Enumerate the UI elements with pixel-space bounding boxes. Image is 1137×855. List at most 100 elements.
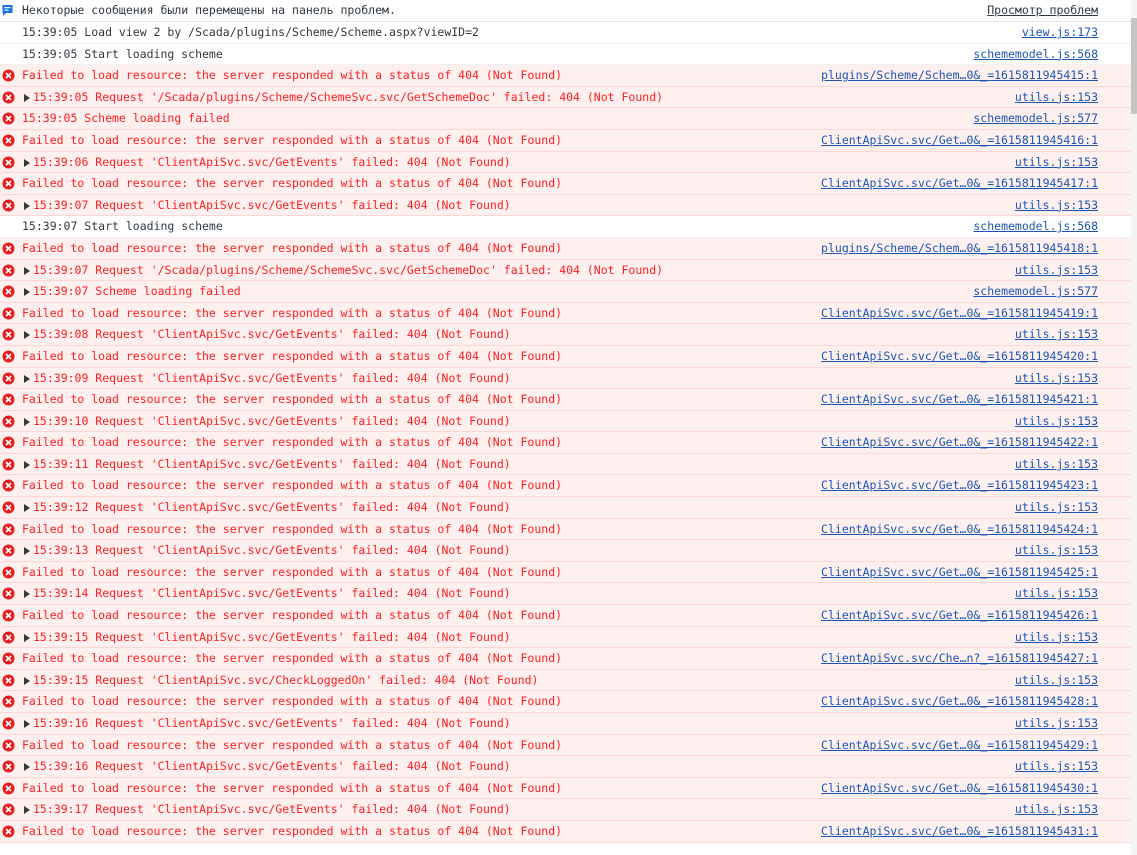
error-icon bbox=[2, 782, 15, 795]
error-icon bbox=[2, 436, 15, 449]
source-link[interactable]: ClientApiSvc.svc/Get…0&_=1615811945421:1 bbox=[821, 389, 1098, 410]
console-message-text: Failed to load resource: the server resp… bbox=[22, 780, 563, 795]
console-error-row[interactable]: 15:39:07 Request '/Scada/plugins/Scheme/… bbox=[0, 259, 1131, 282]
source-link[interactable]: utils.js:153 bbox=[1015, 324, 1098, 345]
expand-triangle-icon[interactable] bbox=[24, 331, 30, 340]
source-link[interactable]: ClientApiSvc.svc/Get…0&_=1615811945419:1 bbox=[821, 303, 1098, 324]
error-icon bbox=[2, 285, 15, 298]
error-icon bbox=[2, 350, 15, 363]
expand-triangle-icon[interactable] bbox=[24, 93, 30, 102]
expand-triangle-icon[interactable] bbox=[24, 676, 30, 685]
console-error-row[interactable]: 15:39:11 Request 'ClientApiSvc.svc/GetEv… bbox=[0, 453, 1131, 476]
console-error-row[interactable]: 15:39:07 Request 'ClientApiSvc.svc/GetEv… bbox=[0, 194, 1131, 217]
source-link[interactable]: schememodel.js:577 bbox=[973, 108, 1098, 129]
console-error-row[interactable]: 15:39:06 Request 'ClientApiSvc.svc/GetEv… bbox=[0, 151, 1131, 174]
source-link[interactable]: plugins/Scheme/Schem…0&_=1615811945415:1 bbox=[821, 65, 1098, 86]
source-link[interactable]: ClientApiSvc.svc/Get…0&_=1615811945428:1 bbox=[821, 691, 1098, 712]
expand-triangle-icon[interactable] bbox=[24, 590, 30, 599]
expand-triangle-icon[interactable] bbox=[24, 374, 30, 383]
source-link[interactable]: utils.js:153 bbox=[1015, 260, 1098, 281]
expand-triangle-icon[interactable] bbox=[24, 720, 30, 728]
console-log-row: 15:39:05 Load view 2 by /Scada/plugins/S… bbox=[0, 22, 1131, 44]
console-error-row[interactable]: 15:39:16 Request 'ClientApiSvc.svc/GetEv… bbox=[0, 756, 1131, 778]
expand-triangle-icon[interactable] bbox=[24, 763, 30, 772]
expand-triangle-icon[interactable] bbox=[24, 158, 30, 167]
console-messages: Некоторые сообщения были перемещены на п… bbox=[0, 0, 1131, 843]
source-link[interactable]: schememodel.js:568 bbox=[973, 216, 1098, 237]
source-link[interactable]: utils.js:153 bbox=[1015, 540, 1098, 561]
source-link[interactable]: utils.js:153 bbox=[1015, 713, 1098, 734]
console-error-row[interactable]: 15:39:05 Request '/Scada/plugins/Scheme/… bbox=[0, 86, 1131, 109]
expand-triangle-icon[interactable] bbox=[24, 504, 30, 513]
error-icon bbox=[2, 328, 15, 341]
console-message-text: Failed to load resource: the server resp… bbox=[22, 435, 563, 450]
source-link[interactable]: ClientApiSvc.svc/Get…0&_=1615811945431:1 bbox=[821, 821, 1098, 842]
scrollbar-thumb[interactable] bbox=[1131, 18, 1137, 114]
expand-triangle-icon[interactable] bbox=[24, 547, 30, 556]
view-issues-link[interactable]: Просмотр проблем bbox=[987, 0, 1098, 21]
console-error-row[interactable]: 15:39:13 Request 'ClientApiSvc.svc/GetEv… bbox=[0, 540, 1131, 562]
console-error-row: Failed to load resource: the server resp… bbox=[0, 820, 1131, 843]
source-link[interactable]: ClientApiSvc.svc/Get…0&_=1615811945417:1 bbox=[821, 173, 1098, 194]
source-link[interactable]: utils.js:153 bbox=[1015, 368, 1098, 389]
console-message-text: Failed to load resource: the server resp… bbox=[22, 564, 563, 579]
source-link[interactable]: utils.js:153 bbox=[1015, 411, 1098, 432]
expand-triangle-icon[interactable] bbox=[24, 806, 30, 815]
source-link[interactable]: ClientApiSvc.svc/Get…0&_=1615811945425:1 bbox=[821, 562, 1098, 583]
source-link[interactable]: utils.js:153 bbox=[1015, 497, 1098, 518]
expand-triangle-icon[interactable] bbox=[24, 633, 30, 642]
source-link[interactable]: utils.js:153 bbox=[1015, 152, 1098, 173]
error-icon bbox=[2, 739, 15, 752]
source-link[interactable]: ClientApiSvc.svc/Get…0&_=1615811945429:1 bbox=[821, 735, 1098, 756]
error-icon bbox=[2, 674, 15, 687]
console-error-row[interactable]: 15:39:15 Request 'ClientApiSvc.svc/GetEv… bbox=[0, 626, 1131, 649]
source-link[interactable]: utils.js:153 bbox=[1015, 87, 1098, 108]
console-error-row[interactable]: 15:39:10 Request 'ClientApiSvc.svc/GetEv… bbox=[0, 410, 1131, 433]
error-icon bbox=[2, 825, 15, 838]
source-link[interactable]: ClientApiSvc.svc/Get…0&_=1615811945430:1 bbox=[821, 778, 1098, 799]
console-error-row[interactable]: 15:39:16 Request 'ClientApiSvc.svc/GetEv… bbox=[0, 713, 1131, 735]
expand-triangle-icon[interactable] bbox=[24, 417, 30, 426]
source-link[interactable]: schememodel.js:577 bbox=[973, 281, 1098, 302]
console-message-text: 15:39:16 Request 'ClientApiSvc.svc/GetEv… bbox=[33, 759, 511, 774]
source-link[interactable]: ClientApiSvc.svc/Get…0&_=1615811945420:1 bbox=[821, 346, 1098, 367]
source-link[interactable]: ClientApiSvc.svc/Che…n?_=1615811945427:1 bbox=[821, 648, 1098, 669]
source-link[interactable]: ClientApiSvc.svc/Get…0&_=1615811945423:1 bbox=[821, 475, 1098, 496]
expand-triangle-icon[interactable] bbox=[24, 201, 30, 210]
scrollbar[interactable] bbox=[1131, 0, 1137, 855]
console-error-row[interactable]: 15:39:17 Request 'ClientApiSvc.svc/GetEv… bbox=[0, 799, 1131, 821]
error-icon bbox=[2, 112, 15, 125]
console-error-row: Failed to load resource: the server resp… bbox=[0, 302, 1131, 325]
console-error-row: Failed to load resource: the server resp… bbox=[0, 345, 1131, 368]
console-log-row: 15:39:07 Start loading scheme schememodel… bbox=[0, 216, 1131, 238]
source-link[interactable]: utils.js:153 bbox=[1015, 756, 1098, 777]
source-link[interactable]: utils.js:153 bbox=[1015, 627, 1098, 648]
console-message-text: 15:39:08 Request 'ClientApiSvc.svc/GetEv… bbox=[33, 327, 511, 342]
console-message-text: 15:39:05 Request '/Scada/plugins/Scheme/… bbox=[33, 89, 664, 104]
console-error-row: Failed to load resource: the server resp… bbox=[0, 691, 1131, 713]
source-link[interactable]: utils.js:153 bbox=[1015, 670, 1098, 691]
source-link[interactable]: ClientApiSvc.svc/Get…0&_=1615811945422:1 bbox=[821, 432, 1098, 453]
expand-triangle-icon[interactable] bbox=[24, 266, 30, 275]
console-error-row[interactable]: 15:39:08 Request 'ClientApiSvc.svc/GetEv… bbox=[0, 324, 1131, 346]
source-link[interactable]: ClientApiSvc.svc/Get…0&_=1615811945426:1 bbox=[821, 605, 1098, 626]
expand-triangle-icon[interactable] bbox=[24, 288, 30, 297]
console-error-row[interactable]: 15:39:07 Scheme loading failed schememode… bbox=[0, 281, 1131, 303]
console-message-text: 15:39:15 Request 'ClientApiSvc.svc/GetEv… bbox=[33, 629, 511, 644]
console-error-row[interactable]: 15:39:15 Request 'ClientApiSvc.svc/Check… bbox=[0, 669, 1131, 692]
source-link[interactable]: view.js:173 bbox=[1022, 22, 1098, 43]
source-link[interactable]: schememodel.js:568 bbox=[973, 44, 1098, 65]
source-link[interactable]: utils.js:153 bbox=[1015, 583, 1098, 604]
source-link[interactable]: utils.js:153 bbox=[1015, 799, 1098, 820]
console-panel: Некоторые сообщения были перемещены на п… bbox=[0, 0, 1137, 855]
source-link[interactable]: utils.js:153 bbox=[1015, 195, 1098, 216]
console-error-row[interactable]: 15:39:14 Request 'ClientApiSvc.svc/GetEv… bbox=[0, 583, 1131, 606]
source-link[interactable]: utils.js:153 bbox=[1015, 454, 1098, 475]
console-error-row[interactable]: 15:39:09 Request 'ClientApiSvc.svc/GetEv… bbox=[0, 367, 1131, 390]
console-error-row[interactable]: 15:39:12 Request 'ClientApiSvc.svc/GetEv… bbox=[0, 497, 1131, 519]
source-link[interactable]: ClientApiSvc.svc/Get…0&_=1615811945416:1 bbox=[821, 130, 1098, 151]
error-icon bbox=[2, 717, 15, 730]
expand-triangle-icon[interactable] bbox=[24, 460, 30, 469]
source-link[interactable]: plugins/Scheme/Schem…0&_=1615811945418:1 bbox=[821, 238, 1098, 259]
source-link[interactable]: ClientApiSvc.svc/Get…0&_=1615811945424:1 bbox=[821, 519, 1098, 540]
